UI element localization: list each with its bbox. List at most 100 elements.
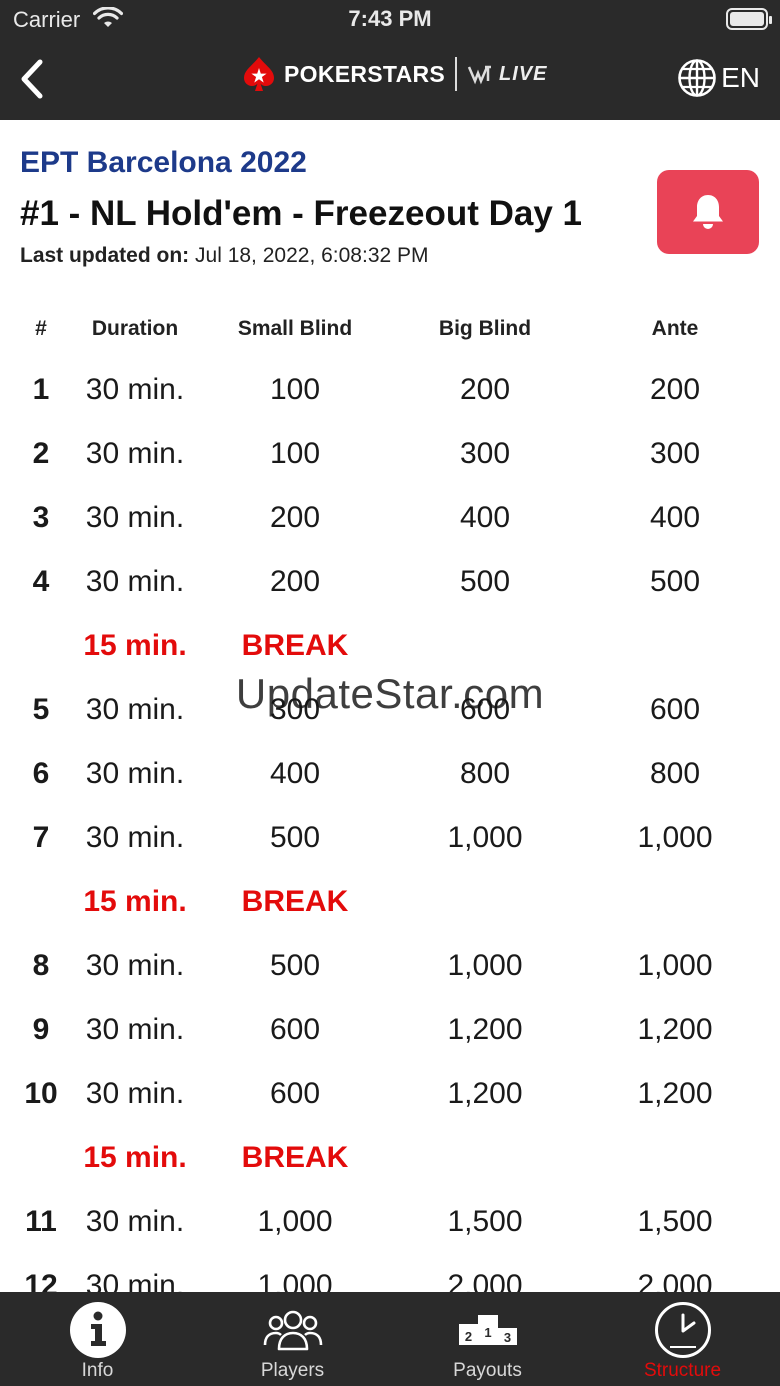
big-blind-cell: 1,200 (447, 1013, 523, 1046)
duration-cell: 30 min. (85, 565, 185, 598)
level-cell: 6 (32, 757, 50, 790)
break-duration-cell: 15 min. (83, 1141, 187, 1174)
event-series-title: EPT Barcelona 2022 (20, 146, 307, 179)
back-button[interactable] (14, 54, 54, 104)
big-blind-cell: 1,500 (447, 1205, 523, 1238)
brand-name: POKERSTARS (284, 60, 446, 87)
level-cell: 3 (32, 501, 50, 534)
small-blind-cell: 600 (269, 1077, 321, 1110)
svg-text:3: 3 (503, 1330, 510, 1345)
level-cell: 1 (32, 373, 50, 406)
bell-icon (693, 195, 723, 229)
table-header-row: # Duration Small Blind Big Blind Ante (0, 300, 780, 358)
small-blind-cell: 200 (269, 501, 321, 534)
battery-icon (726, 8, 772, 30)
ante-cell: 1,500 (637, 1205, 713, 1238)
duration-cell: 30 min. (85, 1077, 185, 1110)
break-row: 15 min. BREAK (0, 614, 780, 678)
table-row: 4 30 min. 200 500 500 (0, 550, 780, 614)
status-bar: Carrier 7:43 PM (0, 0, 780, 40)
players-icon (195, 1300, 390, 1360)
info-icon (0, 1300, 195, 1360)
duration-cell: 30 min. (85, 373, 185, 406)
blind-structure-table: # Duration Small Blind Big Blind Ante 1 … (0, 300, 780, 1318)
duration-cell: 30 min. (85, 949, 185, 982)
column-header-level: # (35, 317, 47, 340)
last-updated-label: Last updated on: (20, 244, 190, 267)
break-row: 15 min. BREAK (0, 1126, 780, 1190)
level-cell: 9 (32, 1013, 50, 1046)
table-row: 6 30 min. 400 800 800 (0, 742, 780, 806)
ante-cell: 600 (649, 693, 701, 726)
tab-players[interactable]: Players (195, 1292, 390, 1386)
table-row: 5 30 min. 300 600 600 (0, 678, 780, 742)
level-cell: 11 (25, 1205, 57, 1238)
level-cell: 10 (24, 1077, 58, 1110)
break-label: BREAK (241, 1141, 349, 1174)
language-selector[interactable]: EN (677, 58, 760, 98)
level-cell: 7 (32, 821, 50, 854)
big-blind-cell: 400 (459, 501, 511, 534)
podium-icon: 2 1 3 (390, 1300, 585, 1360)
svg-text:1: 1 (484, 1325, 491, 1340)
table-row: 1 30 min. 100 200 200 (0, 358, 780, 422)
language-code: EN (721, 62, 760, 93)
clock-time: 7:43 PM (348, 6, 432, 31)
ante-cell: 300 (649, 437, 701, 470)
big-blind-cell: 300 (459, 437, 511, 470)
big-blind-cell: 600 (459, 693, 511, 726)
tab-players-label: Players (260, 1360, 325, 1381)
ante-cell (595, 1126, 755, 1190)
small-blind-cell: 1,000 (257, 1205, 333, 1238)
table-row: 9 30 min. 600 1,200 1,200 (0, 998, 780, 1062)
column-header-ante: Ante (651, 317, 699, 340)
pokerstars-live-logo: POKERSTARS LIVE (242, 54, 548, 94)
table-row: 10 30 min. 600 1,200 1,200 (0, 1062, 780, 1126)
table-row: 3 30 min. 200 400 400 (0, 486, 780, 550)
ante-cell (595, 870, 755, 934)
big-blind-cell: 1,000 (447, 949, 523, 982)
break-duration-cell: 15 min. (83, 629, 187, 662)
duration-cell: 30 min. (85, 501, 185, 534)
level-cell: 4 (32, 565, 50, 598)
level-cell: 2 (32, 437, 50, 470)
big-blind-cell: 800 (459, 757, 511, 790)
big-blind-cell: 1,000 (447, 821, 523, 854)
break-row: 15 min. BREAK (0, 870, 780, 934)
level-cell: 8 (32, 949, 50, 982)
column-header-small-blind: Small Blind (237, 317, 353, 340)
tab-structure-label: Structure (643, 1360, 722, 1381)
chevron-left-icon (21, 59, 43, 99)
duration-cell: 30 min. (85, 437, 185, 470)
duration-cell: 30 min. (85, 693, 185, 726)
tab-info[interactable]: Info (0, 1292, 195, 1386)
ante-cell: 800 (649, 757, 701, 790)
notification-button[interactable] (657, 170, 759, 254)
ept-emblem-icon (467, 65, 492, 85)
ante-cell: 1,200 (637, 1077, 713, 1110)
big-blind-cell: 1,200 (447, 1077, 523, 1110)
ante-cell: 1,000 (637, 949, 713, 982)
table-row: 11 30 min. 1,000 1,500 1,500 (0, 1190, 780, 1254)
big-blind-cell (405, 614, 565, 678)
tab-payouts[interactable]: 2 1 3 Payouts (390, 1292, 585, 1386)
small-blind-cell: 500 (269, 821, 321, 854)
duration-cell: 30 min. (85, 1205, 185, 1238)
spade-star-icon (244, 57, 274, 91)
bottom-tab-bar: Info Players 2 1 3 Payouts Structure (0, 1292, 780, 1386)
level-cell (12, 870, 70, 934)
tab-structure[interactable]: Structure (585, 1292, 780, 1386)
column-header-big-blind: Big Blind (438, 317, 532, 340)
ante-cell: 500 (649, 565, 701, 598)
ante-cell: 1,000 (637, 821, 713, 854)
break-duration-cell: 15 min. (83, 885, 187, 918)
break-label: BREAK (241, 629, 349, 662)
small-blind-cell: 500 (269, 949, 321, 982)
level-cell: 5 (32, 693, 50, 726)
globe-icon (678, 59, 716, 97)
small-blind-cell: 100 (269, 437, 321, 470)
table-row: 2 30 min. 100 300 300 (0, 422, 780, 486)
big-blind-cell (405, 870, 565, 934)
duration-cell: 30 min. (85, 1013, 185, 1046)
duration-cell: 30 min. (85, 821, 185, 854)
